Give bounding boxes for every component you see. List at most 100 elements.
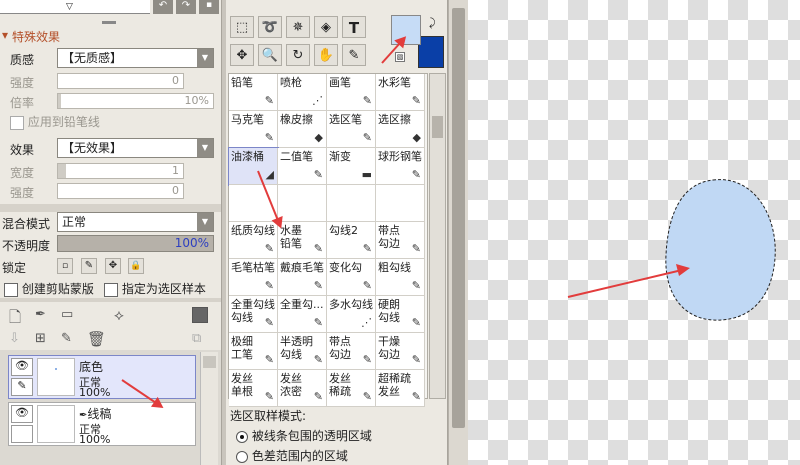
tool-slot[interactable]: 渐变 ▬ xyxy=(327,148,376,185)
lock-all-icon[interactable]: 🔒 xyxy=(128,258,144,274)
tool-slot[interactable] xyxy=(278,185,327,222)
transfer-down-icon[interactable]: ⇩ xyxy=(9,331,20,346)
tool-label: 选区擦 xyxy=(378,113,411,126)
new-folder-icon[interactable]: ▭ xyxy=(61,307,73,322)
tool-slot[interactable]: 发丝 单根 ✎ xyxy=(229,370,278,407)
blend-select[interactable]: 正常 ▼ xyxy=(57,212,214,232)
intensity-slider[interactable]: 0 xyxy=(57,73,184,89)
zoom-icon[interactable]: 🔍 xyxy=(258,44,282,66)
new-vector-layer-icon[interactable]: ✒ xyxy=(35,307,46,322)
pen-icon: ✎ xyxy=(313,316,323,329)
eye-icon[interactable]: 👁 xyxy=(11,358,33,376)
tool-label: 超稀疏 发丝 xyxy=(378,372,411,398)
apply-mask-icon[interactable]: ✎ xyxy=(61,331,72,346)
strength-slider[interactable]: 0 xyxy=(57,183,184,199)
apply-lineart-checkbox[interactable]: 应用到铅笔线 xyxy=(10,113,100,130)
delete-button[interactable]: ▪ xyxy=(199,0,219,14)
tool-slot[interactable]: 油漆桶 ◢ xyxy=(228,147,279,186)
tool-slot[interactable]: 选区笔 ✎ xyxy=(327,111,376,148)
lock-paint-button[interactable]: ✎ xyxy=(81,258,97,274)
effect-select[interactable]: 【无效果】 ▼ xyxy=(57,138,214,158)
tool-grid-scrollbar[interactable] xyxy=(429,73,446,399)
width-slider[interactable]: 1 xyxy=(57,163,184,179)
tool-slot[interactable]: 发丝 浓密 ✎ xyxy=(278,370,327,407)
lasso-icon[interactable]: ➰ xyxy=(258,16,282,38)
tool-slot[interactable]: 二值笔 ✎ xyxy=(278,148,327,185)
tool-slot[interactable]: 发丝 稀疏 ✎ xyxy=(327,370,376,407)
scale-slider[interactable]: 10% xyxy=(57,93,214,109)
swap-colors-icon[interactable]: ⤸ xyxy=(429,16,436,30)
pen-icon: ✎ xyxy=(264,353,274,366)
tool-slot[interactable]: 干燥 勾边 ✎ xyxy=(376,333,425,370)
selection-sample-checkbox[interactable]: 指定为选区样本 xyxy=(104,280,206,297)
redo-button[interactable]: ↷ xyxy=(176,0,196,14)
tool-slot[interactable]: 毛笔枯笔 ✎ xyxy=(229,259,278,296)
opacity-slider[interactable]: 100% xyxy=(57,235,214,252)
new-layer-icon[interactable]: 🗋 xyxy=(9,307,21,332)
drawing-canvas[interactable] xyxy=(468,0,800,465)
tool-slot[interactable]: 画笔 ✎ xyxy=(327,74,376,111)
transparent-color-icon[interactable]: ▧ xyxy=(395,52,405,62)
tool-slot[interactable]: 硬朗 勾线 ✎ xyxy=(376,296,425,333)
scroll-thumb[interactable] xyxy=(432,116,443,138)
layer-row-base[interactable]: 👁 ✎ 底色 正常 100% xyxy=(8,355,196,399)
tool-slot[interactable]: 水彩笔 ✎ xyxy=(376,74,425,111)
trash-icon[interactable]: 🗑 xyxy=(87,330,106,348)
tool-slot[interactable]: 喷枪 ⋰ xyxy=(278,74,327,111)
clip-mask-checkbox[interactable]: 创建剪贴蒙版 xyxy=(4,280,94,297)
tool-label: 油漆桶 xyxy=(231,150,264,163)
tool-slot[interactable]: 马克笔 ✎ xyxy=(229,111,278,148)
texture-select[interactable]: 【无质感】 ▼ xyxy=(57,48,214,68)
pencil-icon[interactable]: ✎ xyxy=(11,378,33,396)
layer-row-lineart[interactable]: 👁 ✒线稿 正常 100% xyxy=(8,402,196,446)
tool-slot[interactable]: 水墨 铅笔 ✎ xyxy=(278,222,327,259)
select-pen-icon[interactable]: ◈ xyxy=(314,16,338,38)
tool-slot[interactable]: 橡皮擦 ◆ xyxy=(278,111,327,148)
lock-transparency-button[interactable]: ▫ xyxy=(57,258,73,274)
tool-slot[interactable]: 带点 勾边 ✎ xyxy=(376,222,425,259)
tool-slot[interactable]: 铅笔 ✎ xyxy=(229,74,278,111)
tool-slot[interactable] xyxy=(376,185,425,222)
hand-icon[interactable]: ✋ xyxy=(314,44,338,66)
tool-slot[interactable]: 极细 工笔 ✎ xyxy=(229,333,278,370)
text-tool-icon[interactable]: T xyxy=(342,16,366,38)
tool-slot[interactable]: 球形钢笔 ✎ xyxy=(376,148,425,185)
layer-settings-icon[interactable]: ⟡ xyxy=(114,306,124,324)
tool-slot[interactable]: 变化勾 ✎ xyxy=(327,259,376,296)
background-color-swatch[interactable] xyxy=(418,36,444,68)
layer-dup-icon[interactable]: ⧉ xyxy=(192,331,201,346)
tool-slot[interactable]: 勾线2 ✎ xyxy=(327,222,376,259)
rotate-icon[interactable]: ↻ xyxy=(286,44,310,66)
pencil-slot[interactable] xyxy=(11,425,33,443)
panel-scrollbar[interactable] xyxy=(448,0,468,465)
scroll-thumb[interactable] xyxy=(452,8,465,428)
selection-mode-option-2[interactable]: 色差范围内的区域 xyxy=(236,447,348,464)
lock-move-button[interactable]: ✥ xyxy=(105,258,121,274)
width-label: 宽度 xyxy=(10,166,35,180)
tool-slot[interactable]: 超稀疏 发丝 ✎ xyxy=(376,370,425,407)
tool-label: 水墨 铅笔 xyxy=(280,224,302,250)
tool-slot[interactable]: 带点 勾边 ✎ xyxy=(327,333,376,370)
tool-slot[interactable] xyxy=(327,185,376,222)
scroll-thumb[interactable] xyxy=(203,356,216,368)
tool-slot[interactable]: 戴痕毛笔 ✎ xyxy=(278,259,327,296)
tool-slot[interactable]: 粗勾线 ✎ xyxy=(376,259,425,296)
tool-slot[interactable]: 多水勾线 ⋰ xyxy=(327,296,376,333)
move-icon[interactable]: ✥ xyxy=(230,44,254,66)
tool-slot[interactable]: 全重勾线 勾线 ✎ xyxy=(229,296,278,333)
layer-mask-icon[interactable] xyxy=(192,307,208,323)
layer-scrollbar[interactable] xyxy=(200,352,218,465)
rect-select-icon[interactable]: ⬚ xyxy=(230,16,254,38)
tool-slot[interactable]: 全重勾... ✎ xyxy=(278,296,327,333)
selection-mode-option-1[interactable]: 被线条包围的透明区域 xyxy=(236,427,372,444)
eyedropper-icon[interactable]: ✎ xyxy=(342,44,366,66)
merge-down-icon[interactable]: ⊞ xyxy=(35,331,46,346)
tool-slot[interactable]: 纸质勾线 ✎ xyxy=(229,222,278,259)
eye-icon[interactable]: 👁 xyxy=(11,405,33,423)
tool-slot[interactable]: 半透明 勾线 ✎ xyxy=(278,333,327,370)
undo-button[interactable]: ↶ xyxy=(153,0,173,14)
brush-dropdown-top[interactable] xyxy=(0,0,150,14)
collapse-triangle-icon[interactable]: ▾ xyxy=(2,28,8,42)
magic-wand-icon[interactable]: ✵ xyxy=(286,16,310,38)
tool-slot[interactable]: 选区擦 ◆ xyxy=(376,111,425,148)
